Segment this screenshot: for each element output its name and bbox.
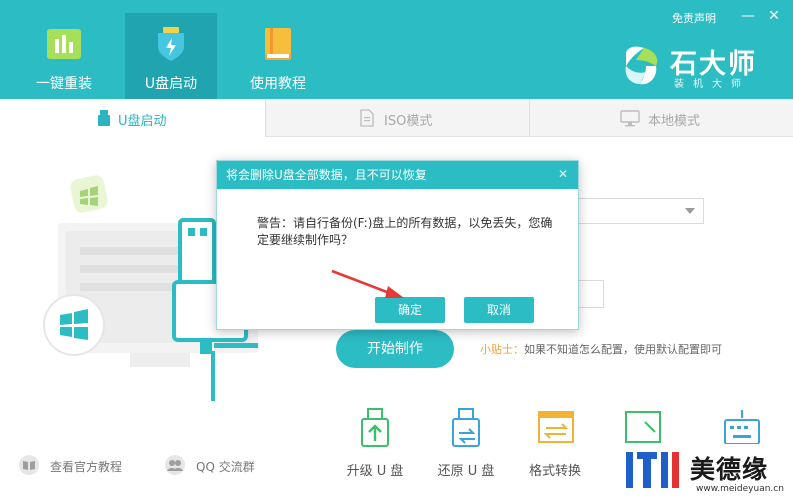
- watermark-logo-icon: [626, 452, 679, 488]
- mode-tab-label: ISO模式: [384, 114, 433, 129]
- book-icon: [265, 28, 291, 60]
- nav-tab-one-click-reinstall[interactable]: 一键重装: [18, 13, 110, 99]
- watermark-name: 美德缘: [690, 455, 769, 484]
- header-bar: 一键重装 U盘启动 使用教程 免责声明 — ✕ 石大师 装机大师: [0, 0, 793, 99]
- device-select[interactable]: [572, 198, 704, 224]
- format-convert-icon: [538, 411, 574, 443]
- usb-shield-icon: [158, 27, 184, 61]
- tip-body: 如果不知道怎么配置，使用默认配置即可: [524, 343, 722, 356]
- dialog-title: 将会删除U盘全部数据，且不可以恢复: [217, 161, 578, 189]
- mode-tab-iso[interactable]: ISO模式: [266, 99, 529, 137]
- usb-restore-icon: [452, 408, 480, 447]
- usb-drive-icon: [98, 110, 110, 126]
- start-make-button[interactable]: 开始制作: [336, 330, 454, 368]
- monitor-icon: [620, 110, 640, 127]
- nav-tab-tutorial[interactable]: 使用教程: [232, 13, 324, 99]
- tip-prefix: 小贴士：: [480, 343, 524, 356]
- brand-logo: 石大师 装机大师: [620, 40, 770, 90]
- nav-label: 一键重装: [36, 76, 92, 92]
- mode-tab-usb-boot[interactable]: U盘启动: [0, 99, 265, 138]
- tool-upgrade-usb-label: 升级 U 盘: [346, 464, 404, 479]
- mode-tab-local[interactable]: 本地模式: [530, 99, 793, 137]
- book-open-icon: [19, 455, 39, 475]
- close-button[interactable]: ✕: [766, 8, 782, 24]
- dialog-close-button[interactable]: ✕: [556, 167, 570, 181]
- nav-tab-usb-boot[interactable]: U盘启动: [125, 13, 217, 99]
- usb-upgrade-icon: [361, 408, 389, 447]
- app-window: 一键重装 U盘启动 使用教程 免责声明 — ✕ 石大师 装机大师 U盘启动 IS…: [0, 0, 793, 500]
- chevron-down-icon: [685, 208, 695, 214]
- red-arrow-annotation: [331, 269, 404, 298]
- nav-label: U盘启动: [144, 76, 198, 92]
- watermark-url: www.meideyuan.cn: [696, 484, 784, 494]
- official-tutorial-label: 查看官方教程: [50, 460, 123, 474]
- nav-label: 使用教程: [250, 76, 306, 92]
- tool-format-convert-label: 格式转换: [528, 464, 581, 479]
- disclaimer-link[interactable]: 免责声明: [672, 10, 716, 26]
- tip-text: 小贴士：如果不知道怎么配置，使用默认配置即可: [480, 341, 722, 357]
- brand-logo-subtitle: 装机大师: [674, 79, 750, 90]
- mode-tab-label: U盘启动: [118, 114, 167, 129]
- minimize-button[interactable]: —: [740, 8, 756, 24]
- partition-icon: [625, 411, 661, 443]
- bar-chart-icon: [47, 29, 81, 59]
- watermark: 美德缘 www.meideyuan.cn: [618, 444, 793, 500]
- confirm-dialog: 将会删除U盘全部数据，且不可以恢复 ✕ 警告：请自行备份(F:)盘上的所有数据，…: [216, 160, 579, 330]
- cancel-button[interactable]: 取消: [464, 297, 534, 323]
- tool-restore-usb-label: 还原 U 盘: [437, 464, 495, 479]
- group-icon: [165, 455, 185, 475]
- dialog-message: 警告：请自行备份(F:)盘上的所有数据，以免丢失，您确定要继续制作吗？: [257, 216, 553, 247]
- qq-group-label: QQ 交流群: [196, 460, 255, 474]
- brand-logo-icon: [625, 46, 658, 85]
- iso-file-icon: [360, 109, 374, 127]
- mode-tab-label: 本地模式: [648, 114, 701, 129]
- keyboard-icon: [724, 410, 760, 445]
